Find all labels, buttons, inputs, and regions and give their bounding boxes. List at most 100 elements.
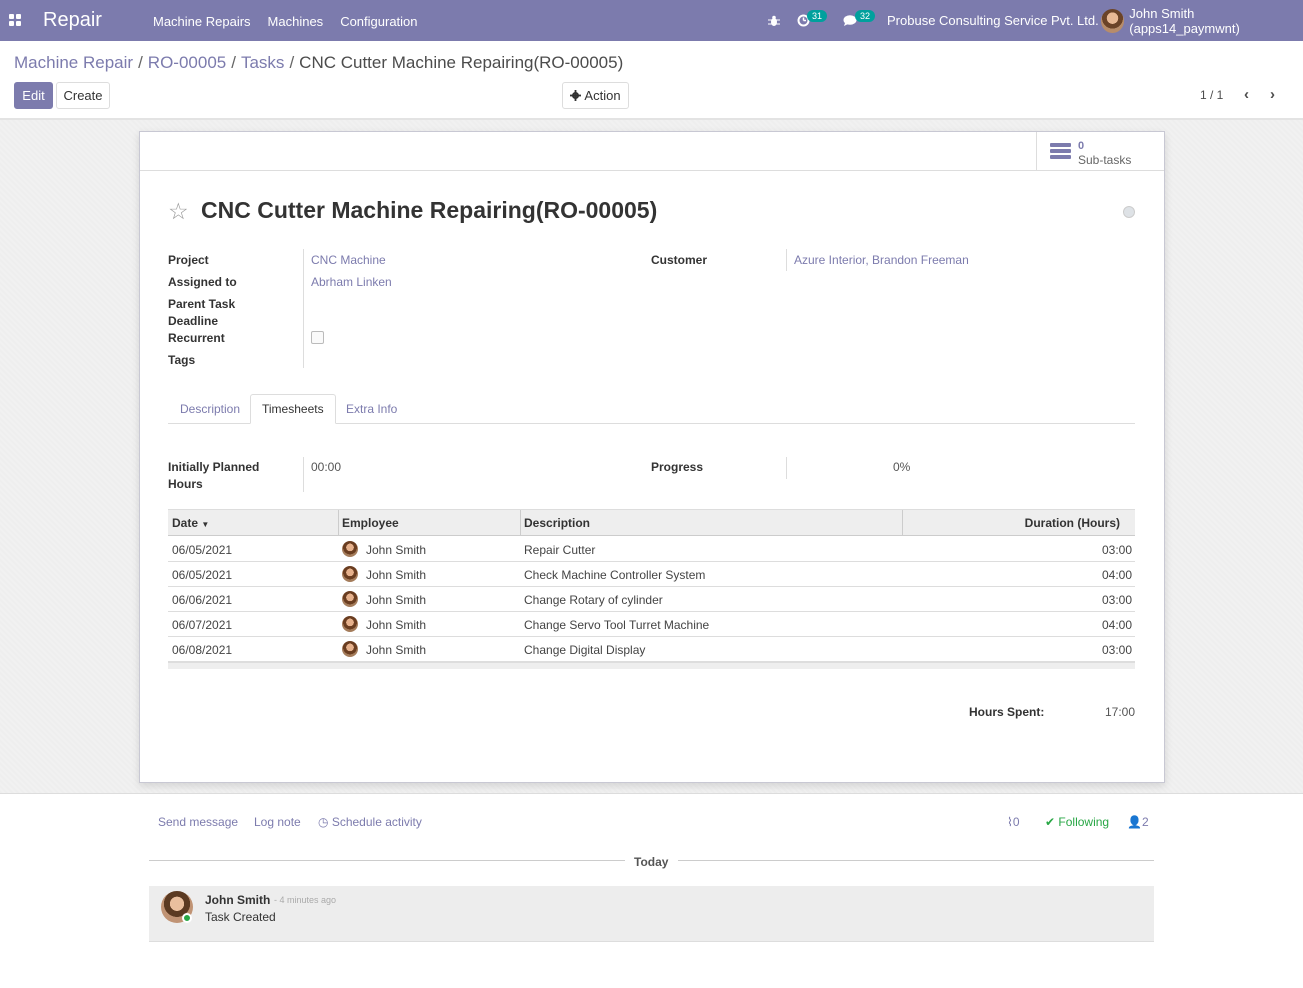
recurrent-checkbox[interactable] <box>311 331 324 344</box>
planned-hours-label-2: Hours <box>168 477 203 491</box>
company-switcher[interactable]: Probuse Consulting Service Pvt. Ltd. <box>887 0 1099 41</box>
menu-machine-repairs[interactable]: Machine Repairs <box>153 14 251 29</box>
cell-date: 06/05/2021 <box>172 543 233 557</box>
log-note-button[interactable]: Log note <box>254 815 301 829</box>
employee-avatar <box>342 541 358 557</box>
main-menu: Machine Repairs Machines Configuration <box>153 14 435 29</box>
cell-description: Change Digital Display <box>524 643 646 657</box>
app-brand[interactable]: Repair <box>43 9 102 32</box>
cell-date: 06/07/2021 <box>172 618 233 632</box>
employee-avatar <box>342 641 358 657</box>
cell-description: Repair Cutter <box>524 543 596 557</box>
field-separator <box>303 457 304 492</box>
messaging-menu[interactable]: 32 <box>843 0 876 41</box>
message-body: Task Created <box>205 910 276 924</box>
assigned-field[interactable]: Abrham Linken <box>311 275 392 289</box>
table-row[interactable]: 06/07/2021 John Smith Change Servo Tool Tu… <box>168 612 1135 637</box>
cell-description: Change Servo Tool Turret Machine <box>524 618 710 632</box>
tab-description[interactable]: Description <box>169 394 251 424</box>
cell-duration: 03:00 <box>1101 543 1132 557</box>
action-button[interactable]: Action <box>562 82 629 109</box>
cell-employee: John Smith <box>366 543 427 557</box>
parent-task-label: Parent Task <box>168 297 236 311</box>
subtasks-label: Sub-tasks <box>1078 153 1132 167</box>
progress-value: 0% <box>893 460 911 474</box>
sort-down-icon: ▼ <box>201 520 210 529</box>
table-row[interactable]: 06/05/2021 John Smith Check Machine Contro… <box>168 562 1135 587</box>
chevron-left-icon[interactable]: ‹ <box>1244 86 1258 103</box>
field-separator <box>786 457 787 479</box>
timesheet-header: Date ▼ Employee Description Duration (Ho… <box>168 509 1135 536</box>
online-status-icon <box>182 913 192 923</box>
breadcrumb-ro[interactable]: RO-00005 <box>148 53 226 72</box>
col-date[interactable]: Date ▼ <box>172 516 209 530</box>
recurrent-label: Recurrent <box>168 331 225 345</box>
cell-employee: John Smith <box>366 568 427 582</box>
field-separator <box>303 249 304 368</box>
breadcrumb-machine-repair[interactable]: Machine Repair <box>14 53 133 72</box>
menu-machines[interactable]: Machines <box>268 14 324 29</box>
hours-spent-value: 17:00 <box>1105 705 1136 719</box>
message-author[interactable]: John Smith <box>205 893 270 907</box>
chevron-right-icon[interactable]: › <box>1270 86 1284 103</box>
debug-icon[interactable] <box>768 0 780 41</box>
message-badge: 32 <box>855 9 876 22</box>
separator-line <box>149 860 625 861</box>
edit-button[interactable]: Edit <box>14 82 53 109</box>
col-duration[interactable]: Duration (Hours) <box>1025 516 1120 530</box>
breadcrumb-tasks[interactable]: Tasks <box>241 53 284 72</box>
followers-button[interactable]: 👤2 <box>1127 815 1149 829</box>
subtasks-count: 0 <box>1078 140 1085 152</box>
hours-spent-label: Hours Spent: <box>969 705 1045 719</box>
cell-duration: 03:00 <box>1101 593 1132 607</box>
cell-date: 06/05/2021 <box>172 568 233 582</box>
user-avatar <box>1101 8 1125 33</box>
cell-description: Change Rotary of cylinder <box>524 593 663 607</box>
cell-date: 06/06/2021 <box>172 593 233 607</box>
tab-timesheets[interactable]: Timesheets <box>250 394 336 424</box>
col-description[interactable]: Description <box>524 516 590 530</box>
employee-avatar <box>342 566 358 582</box>
tab-extra-info[interactable]: Extra Info <box>335 394 408 424</box>
table-row[interactable]: 06/05/2021 John Smith Repair Cutter 03:00 <box>168 537 1135 562</box>
table-row[interactable]: 06/08/2021 John Smith Change Digital Displ… <box>168 637 1135 662</box>
col-employee[interactable]: Employee <box>342 516 399 530</box>
separator-line <box>678 860 1154 861</box>
cell-date: 06/08/2021 <box>172 643 233 657</box>
attachments-button[interactable]: ⌇0 <box>1007 815 1020 829</box>
kanban-state[interactable] <box>1123 206 1135 218</box>
button-box: 0 Sub-tasks <box>140 132 1164 171</box>
top-navbar: Repair Machine Repairs Machines Configur… <box>0 0 1303 41</box>
employee-avatar <box>342 616 358 632</box>
table-row[interactable]: 06/06/2021 John Smith Change Rotary of cyl… <box>168 587 1135 612</box>
deadline-label: Deadline <box>168 314 219 328</box>
task-title: CNC Cutter Machine Repairing(RO-00005) <box>201 197 658 223</box>
cell-description: Check Machine Controller System <box>524 568 706 582</box>
message-time: - 4 minutes ago <box>274 895 337 905</box>
customer-field[interactable]: Azure Interior, Brandon Freeman <box>794 253 969 267</box>
check-icon: ✔ <box>1045 815 1056 829</box>
star-icon[interactable]: ☆ <box>168 198 189 225</box>
planned-hours-field[interactable]: 00:00 <box>311 460 341 474</box>
user-menu[interactable]: John Smith (apps14_paymwnt) <box>1101 0 1303 41</box>
cell-duration: 04:00 <box>1101 618 1132 632</box>
breadcrumb: Machine Repair / RO-00005/Tasks / CNC Cutter… <box>14 53 624 72</box>
field-separator <box>786 249 787 271</box>
send-message-button[interactable]: Send message <box>158 815 238 829</box>
pager-value[interactable]: 1 / 1 <box>1200 88 1223 102</box>
activity-menu[interactable]: 31 <box>797 0 828 41</box>
cell-employee: John Smith <box>366 618 427 632</box>
subtasks-button[interactable]: 0 Sub-tasks <box>1036 132 1164 171</box>
following-button[interactable]: ✔ Following <box>1045 815 1109 829</box>
menu-configuration[interactable]: Configuration <box>340 14 417 29</box>
project-label: Project <box>168 253 209 267</box>
create-button[interactable]: Create <box>56 82 110 109</box>
schedule-activity-button[interactable]: ◷ Schedule activity <box>318 815 422 829</box>
project-field[interactable]: CNC Machine <box>311 253 386 267</box>
planned-hours-label-1: Initially Planned <box>168 460 260 474</box>
apps-menu-icon[interactable] <box>9 14 21 26</box>
tags-label: Tags <box>168 353 196 367</box>
action-label: Action <box>584 88 621 103</box>
today-separator: Today <box>634 855 669 869</box>
cell-duration: 04:00 <box>1101 568 1132 582</box>
